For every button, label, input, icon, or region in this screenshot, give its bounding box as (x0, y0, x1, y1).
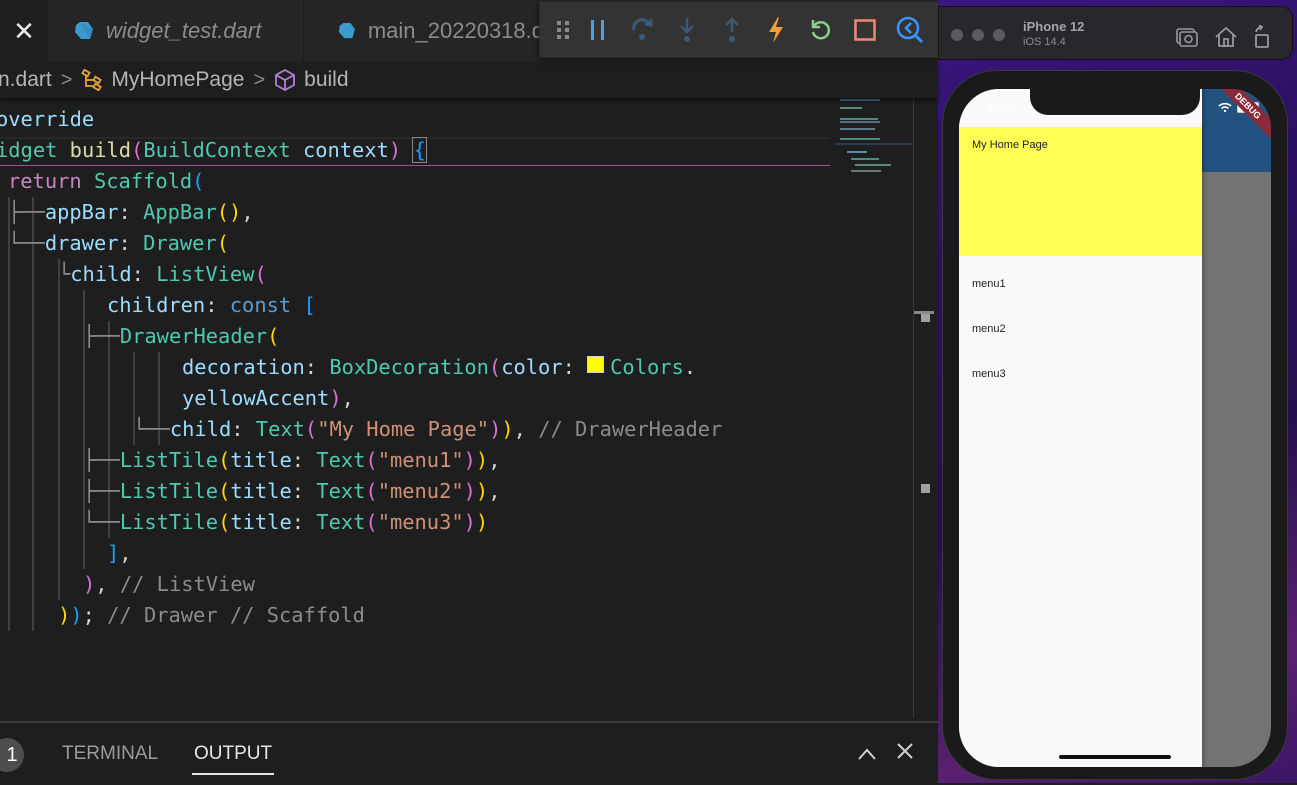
indent-guide (8, 197, 10, 631)
drawer-menu-item[interactable]: menu1 (972, 278, 1006, 290)
code-line: └──child: Text("My Home Page")), // Draw… (133, 417, 723, 441)
bottom-panel: 1 TERMINAL OUTPUT (0, 721, 938, 785)
drawer-menu-item[interactable]: menu3 (972, 368, 1006, 380)
minimap[interactable] (835, 96, 913, 196)
code-area[interactable]: override idget build(BuildContext contex… (0, 104, 830, 704)
pause-icon[interactable] (576, 10, 621, 50)
problems-badge[interactable]: 1 (0, 738, 24, 772)
tab-main-20220318[interactable]: main_20220318.d (304, 0, 544, 62)
code-line: children: const [ (107, 293, 316, 317)
indent-guide (58, 259, 60, 600)
device-name: iPhone 12 (1023, 19, 1085, 34)
home-indicator[interactable] (1059, 755, 1171, 759)
drawer-menu-item[interactable]: menu2 (972, 323, 1006, 335)
tab-output[interactable]: OUTPUT (191, 743, 275, 775)
device-os: iOS 14.4 (1023, 36, 1066, 48)
step-out-icon[interactable] (710, 10, 755, 50)
class-icon (81, 69, 103, 91)
code-line: yellowAccent), (182, 386, 354, 410)
debug-toolbar (539, 1, 940, 58)
hot-restart-icon[interactable] (799, 10, 844, 50)
wifi-icon (1218, 102, 1232, 112)
simulator-toolbar: iPhone 12 iOS 14.4 (938, 6, 1293, 60)
iphone-frame: DEBUG 6:00 My Home Page menu1 menu2 menu… (942, 70, 1288, 780)
breadcrumb-method[interactable]: build (304, 68, 348, 92)
drawer-header: My Home Page (959, 127, 1202, 256)
window-zoom-button[interactable] (993, 29, 1005, 41)
code-line: idget build(BuildContext context) { (0, 137, 427, 163)
hot-reload-icon[interactable] (754, 10, 799, 50)
home-icon[interactable] (1214, 25, 1238, 49)
tab-terminal[interactable]: TERMINAL (62, 743, 158, 765)
code-line: └child: ListView( (58, 262, 267, 286)
method-cube-icon (275, 69, 296, 91)
step-into-icon[interactable] (665, 10, 710, 50)
code-line: ], (107, 541, 132, 565)
devtools-icon[interactable] (888, 10, 933, 50)
debug-banner: DEBUG (1211, 89, 1271, 143)
close-icon[interactable]: ✕ (13, 16, 35, 47)
status-time: 6:00 (989, 101, 1013, 115)
tab-label: widget_test.dart (106, 18, 262, 43)
breadcrumb: n.dart > MyHomePage > build (0, 62, 938, 98)
device-notch (1030, 89, 1200, 115)
window-close-button[interactable] (951, 29, 963, 41)
code-line: ├──ListTile(title: Text("menu2")), (83, 479, 501, 503)
navigation-drawer: 6:00 My Home Page menu1 menu2 menu3 (959, 89, 1202, 767)
drag-grip-icon[interactable] (550, 10, 576, 50)
drawer-header-title: My Home Page (972, 139, 1048, 151)
chevron-right-icon: > (253, 68, 266, 91)
tab-widget-test[interactable]: widget_test.dart (48, 0, 304, 62)
maximize-panel-icon[interactable] (858, 739, 876, 767)
code-line: └──drawer: Drawer( (8, 231, 230, 255)
indent-guide (32, 197, 34, 631)
code-line: ), // ListView (83, 572, 255, 596)
code-line: ├──ListTile(title: Text("menu1")), (83, 448, 501, 472)
close-panel-icon[interactable] (896, 739, 914, 767)
dart-icon (75, 22, 93, 39)
rotate-icon[interactable] (1250, 25, 1274, 49)
code-line: )); // Drawer // Scaffold (58, 603, 365, 627)
code-line: ├──appBar: AppBar(), (8, 200, 254, 224)
code-line: override (0, 107, 95, 131)
device-screen[interactable]: DEBUG 6:00 My Home Page menu1 menu2 menu… (959, 89, 1271, 767)
step-over-icon[interactable] (621, 10, 666, 50)
color-swatch[interactable] (587, 356, 605, 373)
code-line: └──ListTile(title: Text("menu3")) (83, 510, 489, 534)
breadcrumb-file[interactable]: n.dart (0, 68, 52, 92)
screenshot-icon[interactable] (1175, 25, 1199, 49)
vertical-scrollbar[interactable] (913, 98, 939, 718)
stop-icon[interactable] (843, 10, 888, 50)
window-minimize-button[interactable] (972, 29, 984, 41)
code-line: return Scaffold( (8, 169, 205, 193)
code-line: ├──DrawerHeader( (83, 324, 280, 348)
tab-label: main_20220318.d (367, 18, 544, 43)
breadcrumb-class[interactable]: MyHomePage (111, 68, 244, 92)
chevron-right-icon: > (60, 68, 73, 91)
code-editor: ✕ widget_test.dart main_20220318.d n.dar… (0, 0, 940, 785)
code-line: decoration: BoxDecoration(color: Colors. (182, 355, 697, 379)
dart-icon (338, 22, 355, 39)
ios-simulator: iPhone 12 iOS 14.4 DEBUG 6:00 My Home Pa… (938, 0, 1297, 783)
tab-current[interactable]: ✕ (0, 0, 48, 62)
